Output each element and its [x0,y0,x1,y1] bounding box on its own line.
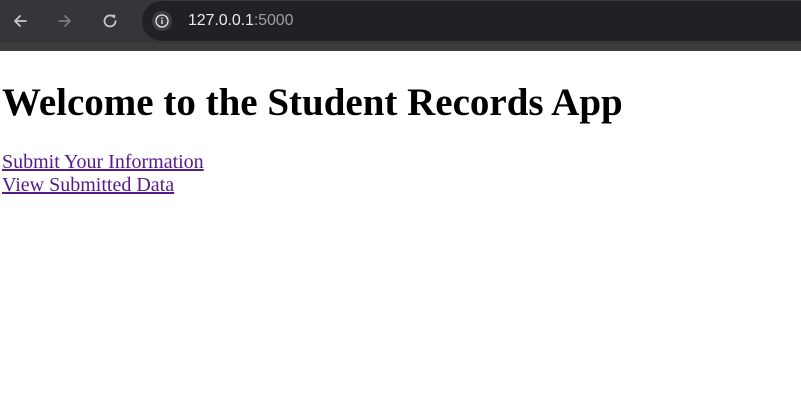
info-icon[interactable] [152,11,172,31]
arrow-left-icon [14,15,27,27]
reload-icon [103,14,117,28]
view-submitted-data-link[interactable]: View Submitted Data [2,174,174,197]
forward-button[interactable] [50,6,80,36]
toolbar-divider [0,43,801,51]
url-host: 127.0.0.1 [188,12,254,29]
browser-toolbar: 127.0.0.1:5000 [0,0,801,43]
reload-button[interactable] [95,6,125,36]
arrow-right-icon [58,15,71,27]
back-button[interactable] [5,6,35,36]
submit-information-link[interactable]: Submit Your Information [2,151,204,174]
page-title: Welcome to the Student Records App [2,81,623,124]
link-list: Submit Your Information View Submitted D… [2,151,801,197]
url-text[interactable]: 127.0.0.1:5000 [188,11,293,31]
address-bar[interactable]: 127.0.0.1:5000 [142,1,801,41]
url-port: :5000 [253,12,294,29]
page-content: Welcome to the Student Records App Submi… [2,51,801,197]
